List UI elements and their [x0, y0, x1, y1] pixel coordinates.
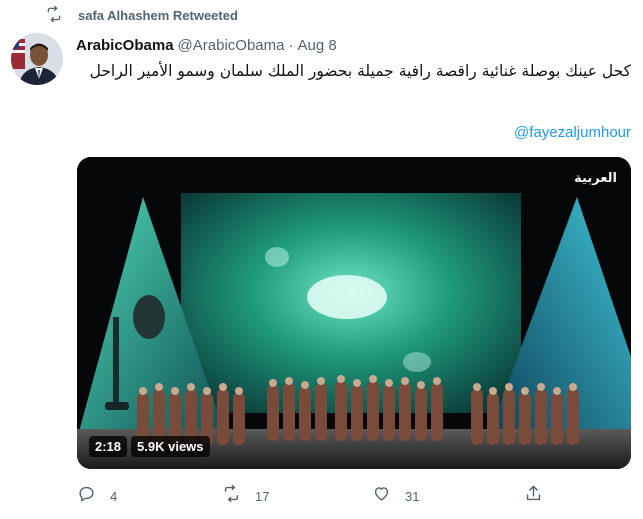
- tweet-text: كحل عينك بوصلة غنائية راقصة رافية جميلة …: [89, 62, 631, 80]
- heart-icon: [372, 484, 391, 508]
- retweet-icon: [45, 5, 63, 28]
- share-icon: [524, 484, 543, 508]
- retweet-banner[interactable]: safa Alhashem Retweeted: [45, 5, 238, 28]
- mention-link[interactable]: @fayezaljumhour: [514, 124, 631, 141]
- like-button[interactable]: 31: [372, 484, 419, 508]
- channel-logo: العربية: [574, 171, 617, 186]
- retweet-count: 17: [255, 488, 270, 504]
- retweet-banner-text: safa Alhashem Retweeted: [78, 8, 238, 23]
- tweet-header: ArabicObama @ArabicObama · Aug 8: [76, 35, 337, 55]
- retweet-button[interactable]: 17: [222, 484, 269, 508]
- reply-icon: [77, 484, 96, 508]
- reply-count: 4: [110, 488, 118, 504]
- avatar[interactable]: [11, 33, 63, 85]
- video-duration: 2:18: [89, 436, 128, 457]
- tweet-date[interactable]: Aug 8: [297, 37, 336, 54]
- video-views: 5.9K views: [131, 436, 210, 457]
- tweet-actions: 4 17 31: [77, 484, 547, 508]
- like-count: 31: [405, 488, 420, 504]
- display-name[interactable]: ArabicObama: [76, 37, 174, 54]
- separator-dot: ·: [288, 36, 294, 54]
- video-player[interactable]: العربية 2:18 5.9K views: [77, 157, 631, 469]
- share-button[interactable]: [524, 484, 543, 508]
- video-meta: 2:18 5.9K views: [89, 436, 210, 457]
- reply-button[interactable]: 4: [77, 484, 117, 508]
- video-thumbnail: [77, 157, 631, 469]
- retweet-action-icon: [222, 484, 241, 508]
- user-handle[interactable]: @ArabicObama: [178, 37, 285, 54]
